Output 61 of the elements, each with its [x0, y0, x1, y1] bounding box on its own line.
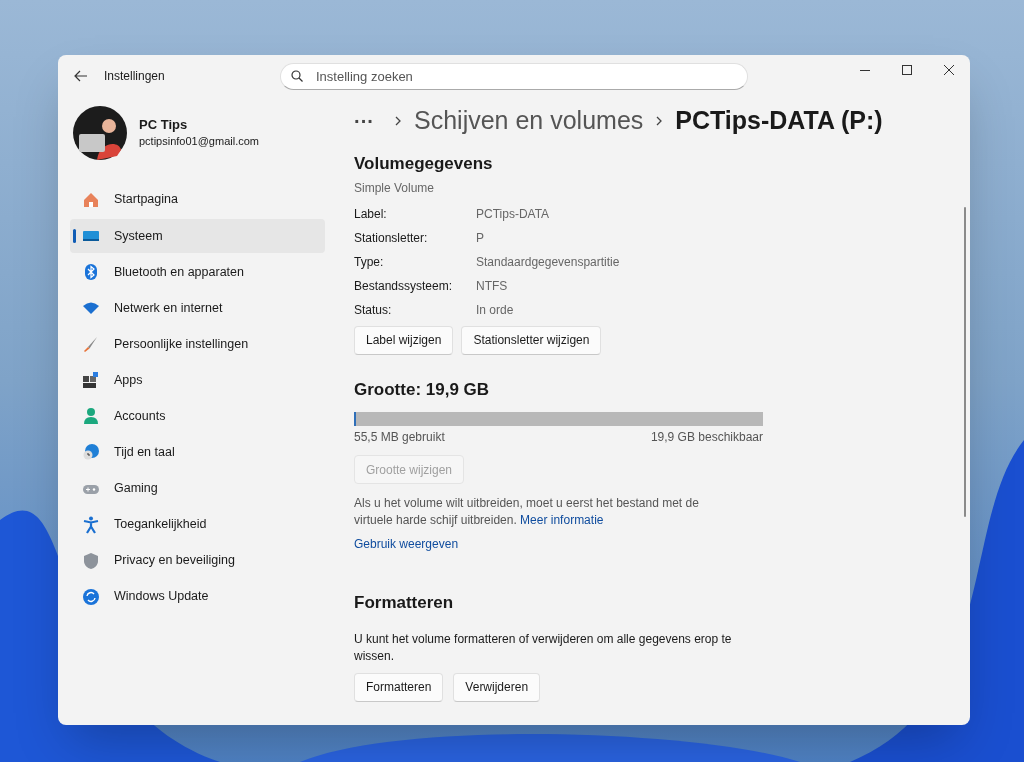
- sidebar-item[interactable]: Persoonlijke instellingen: [70, 327, 325, 361]
- sidebar-item[interactable]: Tijd en taal: [70, 435, 325, 470]
- chevron-icon: [394, 115, 402, 127]
- sidebar-item[interactable]: Toegankelijkheid: [70, 507, 325, 542]
- available-space: 19,9 GB beschikbaar: [650, 429, 763, 446]
- minimize-icon: [860, 69, 870, 71]
- property-label: Type:: [354, 253, 385, 271]
- property-label: Stationsletter:: [354, 229, 429, 247]
- close-icon: [944, 65, 954, 75]
- extend-note: Als u het volume wilt uitbreiden, moet u eerst het bestand met de virtuele harde schijf uitbreiden. Meer informatie: [354, 495, 700, 529]
- apps-icon: [82, 371, 100, 390]
- property-value: In orde: [476, 301, 515, 319]
- bluetooth-icon: [82, 263, 100, 281]
- clock-icon: [82, 443, 100, 462]
- more-info-link[interactable]: Meer informatie: [520, 513, 604, 527]
- search-field[interactable]: Instelling zoeken: [280, 63, 748, 90]
- sidebar-item[interactable]: Startpagina: [70, 183, 325, 217]
- usage-link[interactable]: Gebruik weergeven: [354, 535, 459, 553]
- search-icon: [291, 70, 303, 82]
- home-icon: [82, 190, 100, 209]
- property-value: P: [476, 229, 485, 247]
- section-heading: Grootte: 19,9 GB: [354, 378, 491, 401]
- page-title: PCTips-DATA (P:): [675, 105, 883, 137]
- property-label: Label:: [354, 205, 388, 223]
- user-name: PC Tips: [139, 116, 189, 133]
- property-label: Status:: [354, 301, 393, 319]
- sidebar-item[interactable]: Privacy en beveiliging: [70, 543, 325, 578]
- action-button[interactable]: Formatteren: [354, 672, 444, 702]
- scrollbar[interactable]: [964, 207, 966, 517]
- update-icon: [82, 587, 100, 606]
- chevron-icon: [655, 115, 664, 127]
- volume-type: Simple Volume: [354, 179, 436, 197]
- more-breadcrumb[interactable]: ···: [354, 106, 382, 136]
- used-space: 55,5 MB gebruikt: [354, 429, 445, 446]
- accessibility-icon: [82, 515, 100, 534]
- section-heading: Volumegegevens: [354, 153, 494, 175]
- property-value: Standaardgegevenspartitie: [476, 253, 621, 271]
- section-heading: Formatteren: [354, 592, 455, 614]
- sidebar-item[interactable]: Accounts: [70, 399, 325, 434]
- breadcrumb-link[interactable]: Schijven en volumes: [414, 102, 644, 140]
- action-button[interactable]: Stationsletter wijzigen: [461, 325, 602, 355]
- action-button[interactable]: Verwijderen: [453, 672, 541, 702]
- back-arrow-icon[interactable]: [74, 70, 88, 82]
- format-description: U kunt het volume formatteren of verwijderen om alle gegevens erop te wissen.: [354, 630, 733, 665]
- person-icon: [82, 407, 100, 426]
- property-value: PCTips-DATA: [476, 205, 551, 223]
- user-email: pctipsinfo01@gmail.com: [139, 133, 259, 149]
- sidebar-item[interactable]: Netwerk en internet: [70, 291, 325, 325]
- maximize-icon: [902, 65, 912, 75]
- sidebar-item[interactable]: Systeem: [70, 219, 325, 253]
- sidebar-item[interactable]: Windows Update: [70, 580, 325, 614]
- sidebar-item[interactable]: Gaming: [70, 471, 325, 506]
- property-label: Bestandssysteem:: [354, 277, 454, 295]
- sidebar-item[interactable]: Apps: [70, 363, 325, 398]
- property-value: NTFS: [476, 277, 509, 295]
- shield-icon: [82, 551, 100, 570]
- selection-indicator: [73, 229, 76, 244]
- avatar-icon[interactable]: [73, 106, 127, 160]
- action-button[interactable]: Label wijzigen: [354, 325, 454, 355]
- sidebar-item[interactable]: Bluetooth en apparaten: [70, 255, 325, 289]
- window-title: Instellingen: [104, 68, 165, 85]
